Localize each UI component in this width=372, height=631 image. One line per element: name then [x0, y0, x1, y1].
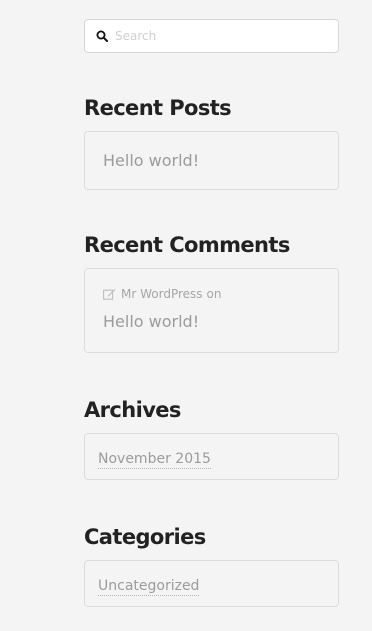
search-box[interactable] [84, 19, 339, 53]
edit-icon [103, 288, 116, 300]
sidebar: Recent Posts Hello world! Recent Comment… [84, 19, 339, 607]
comment-author[interactable]: Mr WordPress [121, 287, 203, 301]
recent-posts-card: Hello world! [84, 131, 339, 190]
recent-post-link[interactable]: Hello world! [103, 151, 199, 170]
recent-comments-title: Recent Comments [84, 233, 290, 257]
category-link[interactable]: Uncategorized [98, 578, 200, 596]
archive-link[interactable]: November 2015 [98, 451, 211, 469]
recent-comments-card: Mr WordPress on Hello world! [84, 268, 339, 353]
archives-card: November 2015 [84, 433, 339, 480]
comment-meta: Mr WordPress on [103, 287, 338, 301]
recent-posts-title: Recent Posts [84, 96, 232, 120]
comment-post-link[interactable]: Hello world! [103, 312, 199, 331]
search-icon [96, 30, 108, 42]
archives-title: Archives [84, 398, 181, 422]
comment-connector: on [206, 287, 222, 301]
categories-card: Uncategorized [84, 560, 339, 607]
search-input[interactable] [115, 20, 330, 52]
categories-title: Categories [84, 525, 206, 549]
